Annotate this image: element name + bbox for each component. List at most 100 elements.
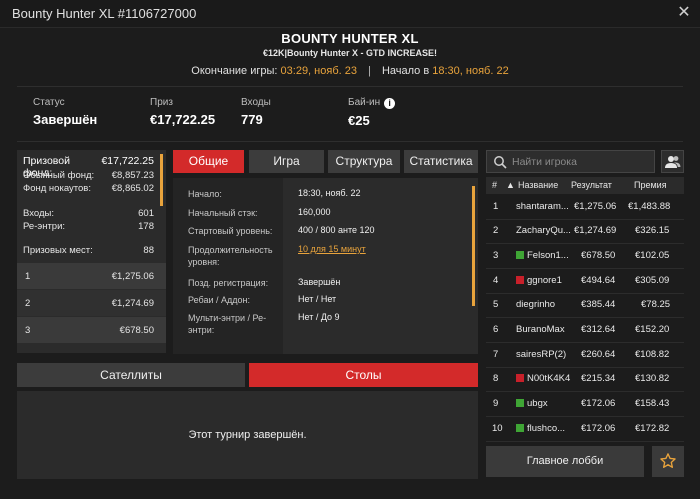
title-bar: Bounty Hunter XL #1106727000 ✕: [0, 0, 700, 28]
player-search[interactable]: Найти игрока: [486, 150, 655, 173]
regular-row: Обычный фонд: €8,857.23: [23, 170, 154, 181]
tab-structure[interactable]: Структура: [328, 150, 400, 173]
rank-cell: 7: [493, 349, 499, 360]
ranking-row[interactable]: 2 ZacharyQu... €1,274.69 €326.15: [486, 219, 684, 244]
player-name: flushco...: [527, 423, 566, 434]
info-icon[interactable]: i: [384, 98, 396, 109]
ranking-header: # ▲ Название Результат Премия: [486, 177, 684, 194]
tables-panel: Этот турнир завершён.: [17, 391, 478, 479]
status-value: Завершён: [33, 112, 98, 127]
general-info-panel: Начало: 18:30, нояб. 22 Начальный стэк: …: [173, 178, 478, 354]
player-entry: flushco...: [516, 423, 565, 434]
general-value: Нет / Нет: [298, 294, 337, 304]
player-name: ubgx: [527, 398, 548, 409]
player-name: N00tK4K4: [527, 373, 571, 384]
prize-panel-scrollbar[interactable]: [160, 154, 163, 206]
col-rank[interactable]: #: [492, 180, 497, 190]
buyin-label-row: Бай-ин i: [348, 97, 396, 109]
result-cell: €1,275.06: [574, 201, 617, 212]
favorite-button[interactable]: [652, 446, 684, 477]
ranking-row[interactable]: 8 N00tK4K4 €215.34 €130.82: [486, 367, 684, 392]
lp-entries-label: Входы:: [23, 208, 54, 219]
star-icon: [660, 453, 676, 468]
result-cell: €215.34: [581, 373, 616, 384]
general-key: Начальный стэк:: [188, 208, 258, 218]
tournament-header: BOUNTY HUNTER XL €12K|Bounty Hunter X - …: [0, 28, 700, 86]
prize-cell: €152.20: [635, 324, 670, 335]
prize-cell: €158.43: [635, 398, 670, 409]
col-result[interactable]: Результат: [571, 180, 612, 190]
player-entry: N00tK4K4: [516, 373, 570, 384]
rank-cell: 5: [493, 299, 499, 310]
knockout-label: Фонд нокаутов:: [23, 183, 91, 194]
general-key: Стартовый уровень:: [188, 226, 273, 236]
users-icon: [665, 156, 681, 168]
status-label: Статус: [33, 97, 65, 108]
payout-place: 1: [25, 270, 31, 282]
result-cell: €172.06: [581, 398, 616, 409]
result-cell: €260.64: [581, 349, 616, 360]
tab-tables[interactable]: Столы: [249, 363, 478, 387]
ranking-row[interactable]: 3 Felson1... €678.50 €102.05: [486, 244, 684, 269]
col-prize[interactable]: Премия: [634, 180, 667, 190]
prize-cell: €305.09: [635, 275, 670, 286]
entries-row: Входы: 601: [23, 208, 154, 219]
prize-label: Приз: [150, 97, 173, 108]
ranking-row[interactable]: 7 sairesRP(2) €260.64 €108.82: [486, 343, 684, 368]
tournament-subtitle: €12K|Bounty Hunter X - GTD INCREASE!: [262, 48, 438, 58]
payout-amount: €1,275.06: [111, 270, 154, 282]
buyin-value: €25: [348, 113, 370, 128]
knockout-value: €8,865.02: [111, 183, 154, 194]
buyin-block: Бай-ин i €25: [348, 97, 396, 128]
prize-cell: €78.25: [641, 299, 671, 310]
col-name[interactable]: Название: [518, 180, 558, 190]
info-bar: Статус Завершён Приз €17,722.25 Входы 77…: [17, 86, 683, 142]
tab-statistics[interactable]: Статистика: [404, 150, 478, 173]
places-value: 88: [143, 245, 154, 256]
tournament-times: Окончание игры: 03:29, нояб. 23 | Начало…: [0, 65, 700, 77]
ranking-row[interactable]: 10 flushco... €172.06 €172.82: [486, 417, 684, 442]
player-entry: Felson1...: [516, 250, 569, 261]
main-lobby-button[interactable]: Главное лобби: [486, 446, 644, 477]
rank-cell: 4: [493, 275, 499, 286]
general-value: Завершён: [298, 277, 341, 287]
ranking-row[interactable]: 9 ubgx €172.06 €158.43: [486, 392, 684, 417]
payout-place: 2: [25, 297, 31, 309]
ranking-row[interactable]: 5 diegrinho €385.44 €78.25: [486, 293, 684, 318]
player-name: ggnore1: [527, 275, 562, 286]
prize-pool-panel: Призовой фонд: €17,722.25 Обычный фонд: …: [17, 150, 166, 353]
close-icon[interactable]: ✕: [676, 4, 692, 22]
buyin-label: Бай-ин: [348, 97, 381, 108]
ranking-row[interactable]: 4 ggnore1 €494.64 €305.09: [486, 269, 684, 294]
prize-cell: €172.82: [635, 423, 670, 434]
prize-value: €17,722.25: [150, 112, 216, 127]
friends-button[interactable]: [661, 150, 684, 173]
tab-general[interactable]: Общие: [173, 150, 244, 173]
regular-label: Обычный фонд:: [23, 170, 95, 181]
country-flag-icon: [516, 399, 524, 407]
ranking-list: 1 shantaram... €1,275.06 €1,483.88 2 Zac…: [486, 195, 684, 442]
payout-row: 1 €1,275.06: [17, 263, 166, 289]
end-value: 03:29, нояб. 23: [280, 65, 357, 77]
reentries-label: Ре-энтри:: [23, 221, 66, 232]
level-duration-link[interactable]: 10 для 15 минут: [298, 244, 366, 254]
tab-game[interactable]: Игра: [249, 150, 324, 173]
sort-asc-icon[interactable]: ▲: [506, 180, 515, 190]
general-key: Ребаи / Аддон:: [188, 295, 250, 305]
tournament-title: BOUNTY HUNTER XL: [281, 31, 419, 46]
player-name: diegrinho: [516, 299, 556, 310]
ranking-row[interactable]: 1 shantaram... €1,275.06 €1,483.88: [486, 195, 684, 220]
general-panel-scrollbar[interactable]: [472, 186, 475, 306]
prize-block: Приз €17,722.25: [150, 97, 215, 127]
payout-place: 3: [25, 324, 31, 336]
rank-cell: 9: [493, 398, 499, 409]
reentries-row: Ре-энтри: 178: [23, 221, 154, 232]
ranking-row[interactable]: 6 BuranoMax €312.64 €152.20: [486, 318, 684, 343]
country-flag-icon: [516, 276, 524, 284]
rank-cell: 6: [493, 324, 499, 335]
tab-satellites[interactable]: Сателлиты: [17, 363, 245, 387]
entries-block: Входы 779: [241, 97, 271, 127]
player-entry: ggnore1: [516, 275, 562, 286]
player-name: shantaram...: [516, 201, 569, 212]
rank-cell: 1: [493, 201, 499, 212]
